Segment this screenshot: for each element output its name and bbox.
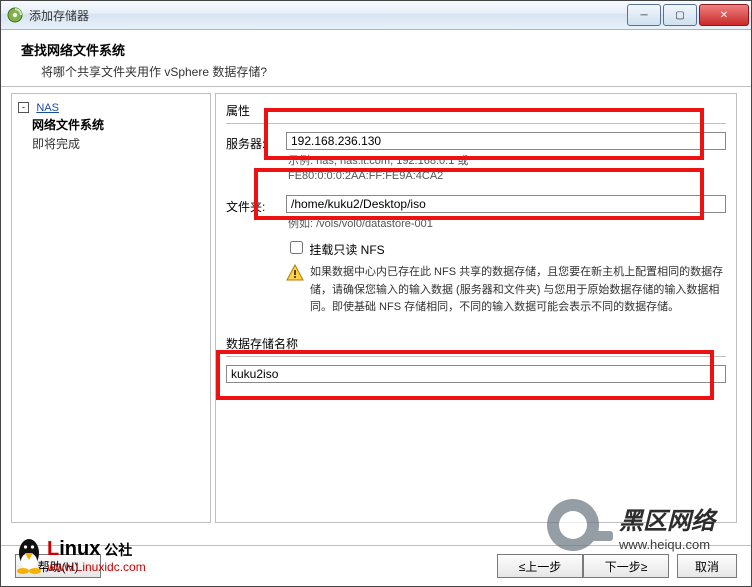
- warning-text: 如果数据中心内已存在此 NFS 共享的数据存储，且您要在新主机上配置相同的数据存…: [310, 264, 726, 317]
- form-panel: 属性 服务器: 示例: nas, nas.it.com, 192.168.0.1…: [215, 93, 737, 523]
- minimize-button[interactable]: ─: [627, 4, 661, 26]
- datastore-name-section-label: 数据存储名称: [226, 335, 726, 352]
- tree-collapse-icon[interactable]: -: [18, 102, 29, 113]
- mount-readonly-input[interactable]: [290, 241, 303, 254]
- page-subtitle: 将哪个共享文件夹用作 vSphere 数据存储?: [41, 63, 745, 80]
- page-title: 查找网络文件系统: [21, 40, 745, 59]
- window-title: 添加存储器: [29, 7, 625, 24]
- maximize-button[interactable]: ▢: [663, 4, 697, 26]
- nav-step-ready[interactable]: 即将完成: [32, 135, 204, 152]
- back-button[interactable]: ≤上一步: [497, 554, 583, 578]
- server-hint-1: 示例: nas, nas.it.com, 192.168.0.1 或: [288, 154, 726, 169]
- app-icon: [7, 7, 23, 23]
- close-button[interactable]: ✕: [699, 4, 749, 26]
- properties-section-label: 属性: [226, 102, 726, 119]
- cancel-button[interactable]: 取消: [677, 554, 737, 578]
- server-input[interactable]: [286, 132, 726, 150]
- mount-readonly-label: 挂载只读 NFS: [309, 243, 384, 257]
- folder-input[interactable]: [286, 195, 726, 213]
- server-label: 服务器:: [226, 132, 286, 152]
- wizard-steps-panel: - NAS 网络文件系统 即将完成: [11, 93, 211, 523]
- server-hint-2: FE80:0:0:0:2AA:FF:FE9A:4CA2: [288, 169, 726, 184]
- next-button[interactable]: 下一步≥: [583, 554, 669, 578]
- folder-hint: 例如: /vols/vol0/datastore-001: [288, 217, 726, 232]
- help-button[interactable]: 帮助(H): [15, 554, 101, 578]
- nav-step-nfs[interactable]: 网络文件系统: [32, 116, 204, 133]
- datastore-name-input[interactable]: [226, 365, 726, 383]
- nav-step-nas[interactable]: NAS: [36, 102, 59, 114]
- mount-readonly-checkbox[interactable]: 挂载只读 NFS: [286, 243, 385, 257]
- warning-icon: [286, 264, 304, 282]
- folder-label: 文件夹:: [226, 195, 286, 215]
